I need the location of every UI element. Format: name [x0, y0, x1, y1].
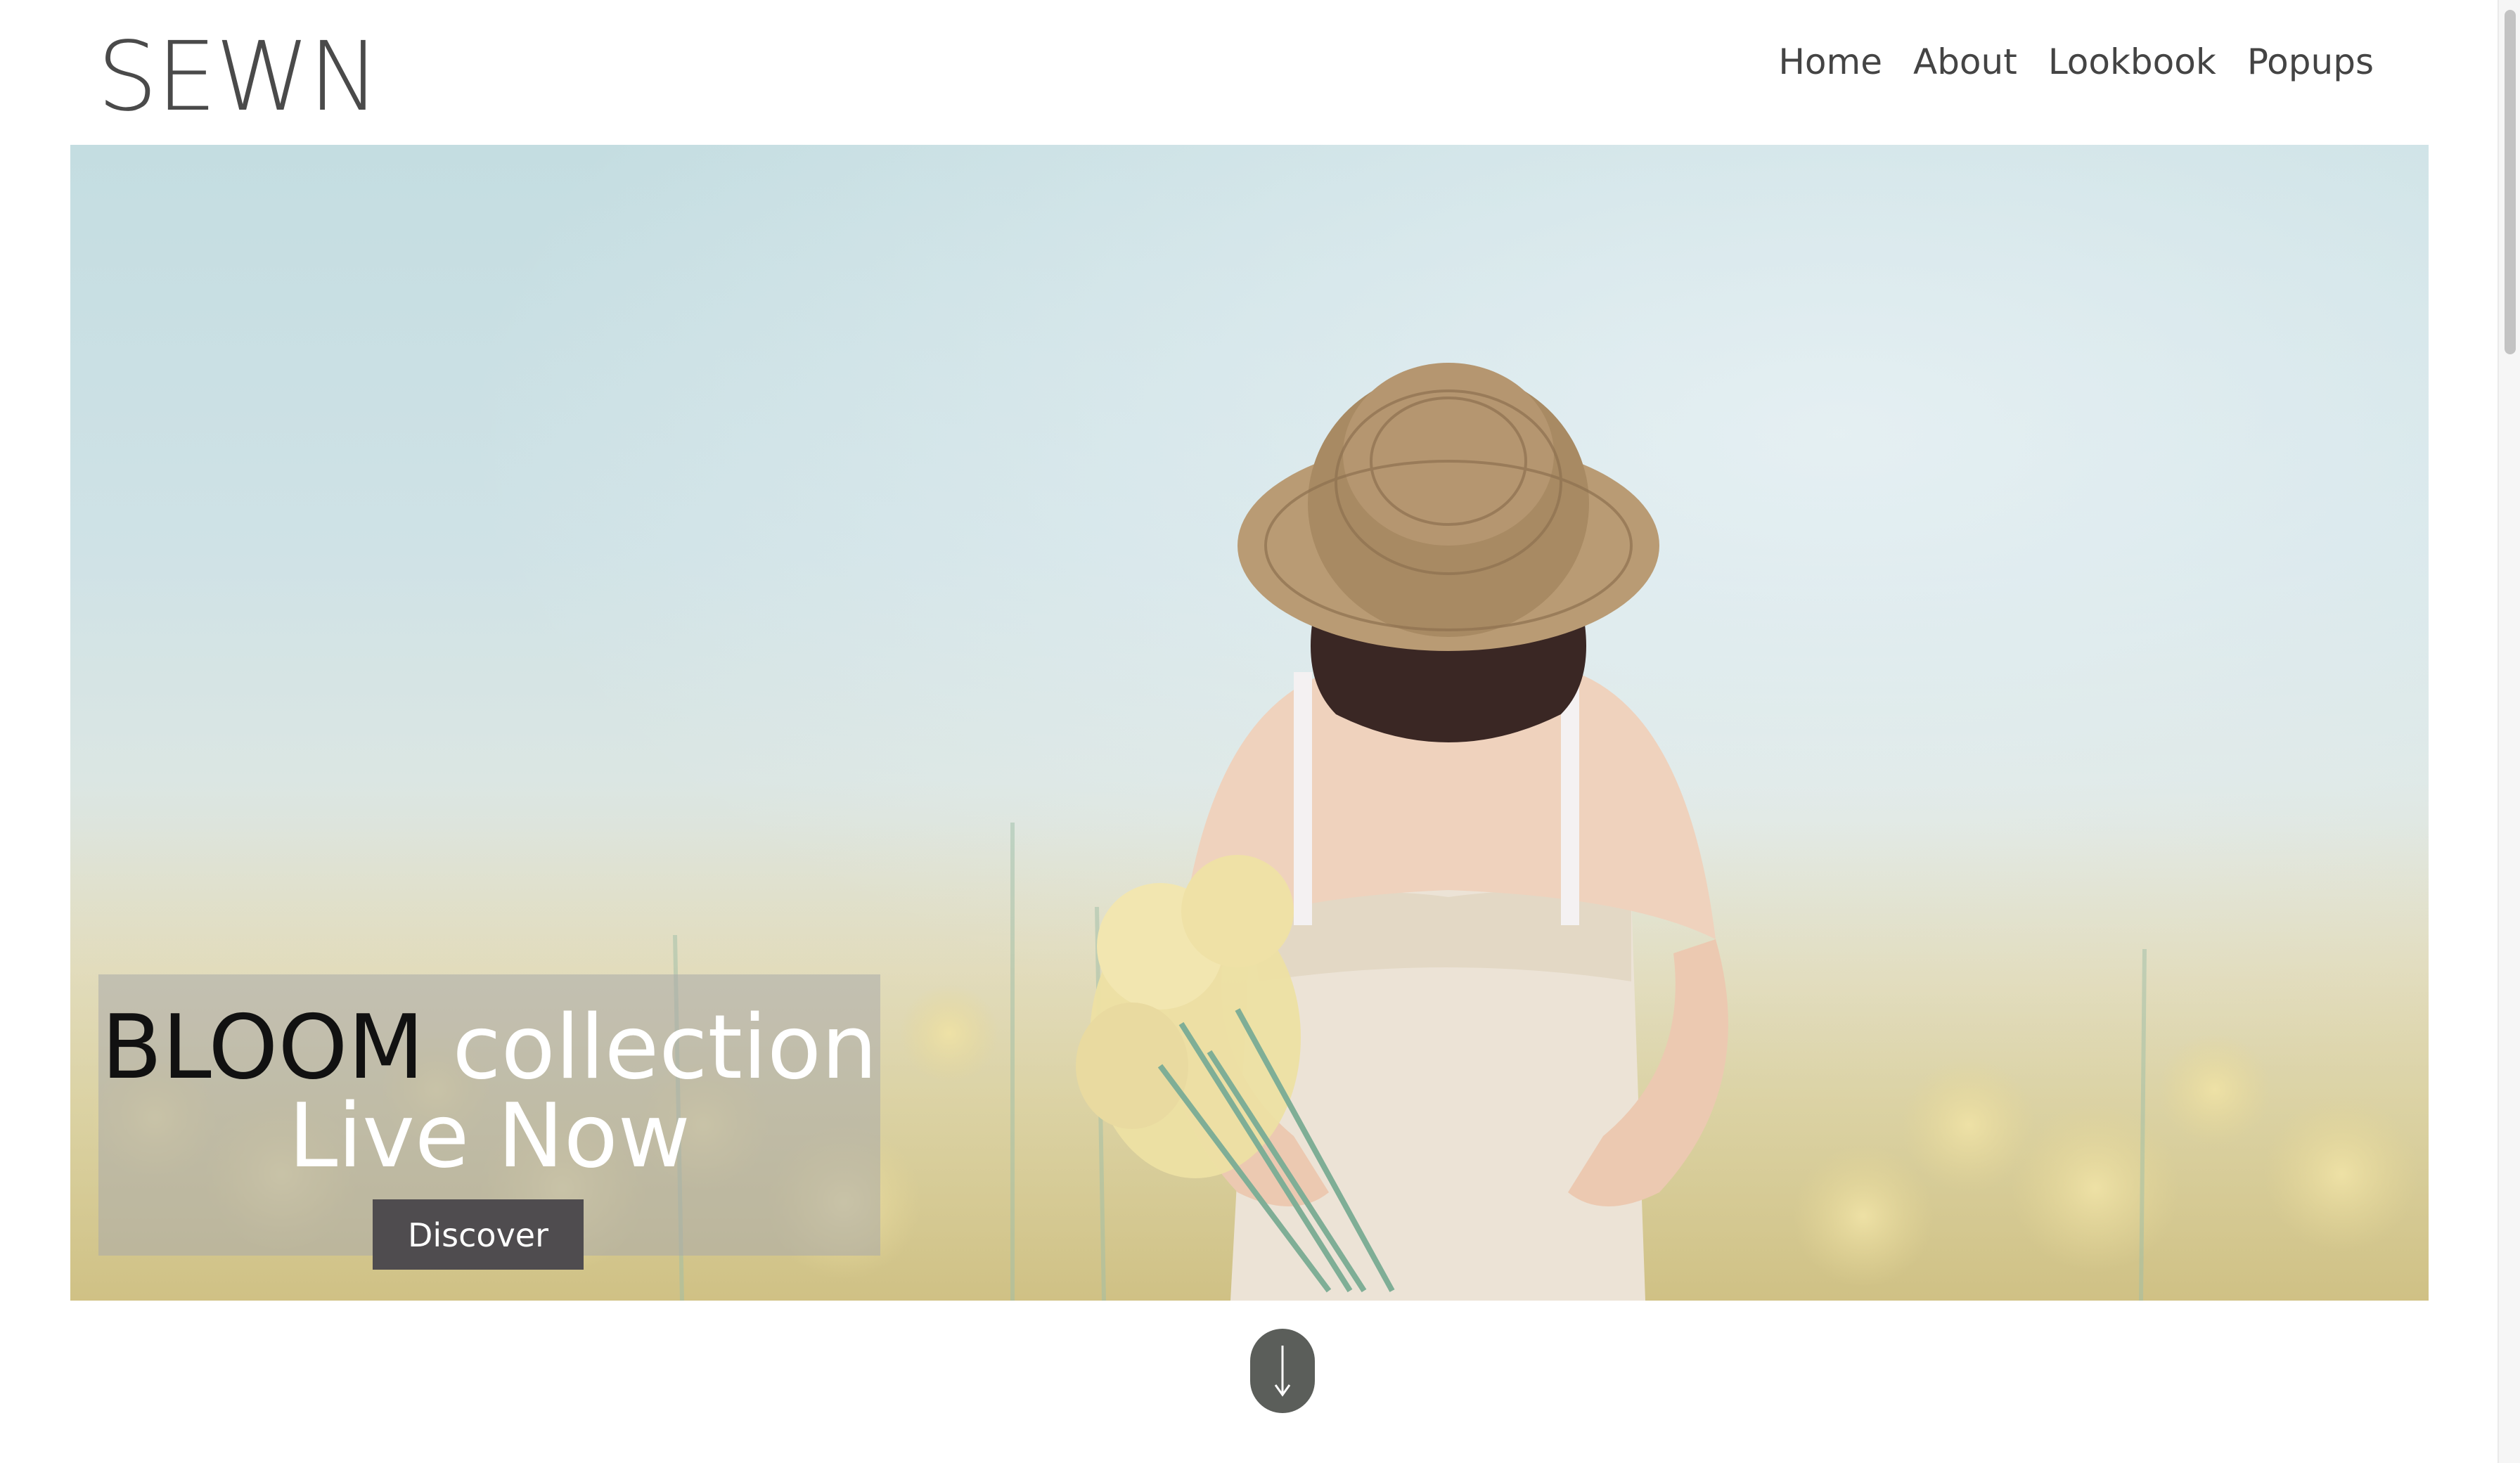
discover-button[interactable]: Discover: [373, 1199, 584, 1270]
nav-home-link[interactable]: Home: [1778, 35, 1882, 89]
promo-overlay: BLOOM collection Live Now Discover: [98, 974, 880, 1270]
site-logo[interactable]: SEWN: [97, 21, 380, 134]
nav-about-link[interactable]: About: [1913, 35, 2017, 89]
hero-image: BLOOM collection Live Now Discover: [70, 145, 2429, 1301]
nav-popups-link[interactable]: Popups: [2247, 35, 2374, 89]
woman-with-hat-figure: [1076, 363, 1728, 1301]
headline-bloom: BLOOM: [101, 995, 425, 1099]
scroll-down-button[interactable]: [1250, 1329, 1315, 1413]
headline-collection: collection: [452, 995, 878, 1099]
page: SEWN Home About Lookbook Popups BLOOM co…: [0, 0, 2520, 1463]
scrollbar-thumb[interactable]: [2505, 10, 2516, 354]
nav-lookbook-link[interactable]: Lookbook: [2048, 35, 2216, 89]
page-scrollbar[interactable]: [2498, 0, 2520, 1463]
promo-subline: Live Now: [288, 1084, 690, 1187]
arrow-down-icon: [1274, 1346, 1291, 1397]
main-nav: Home About Lookbook Popups: [1778, 35, 2374, 89]
promo-headline: BLOOM collection: [98, 998, 880, 1097]
